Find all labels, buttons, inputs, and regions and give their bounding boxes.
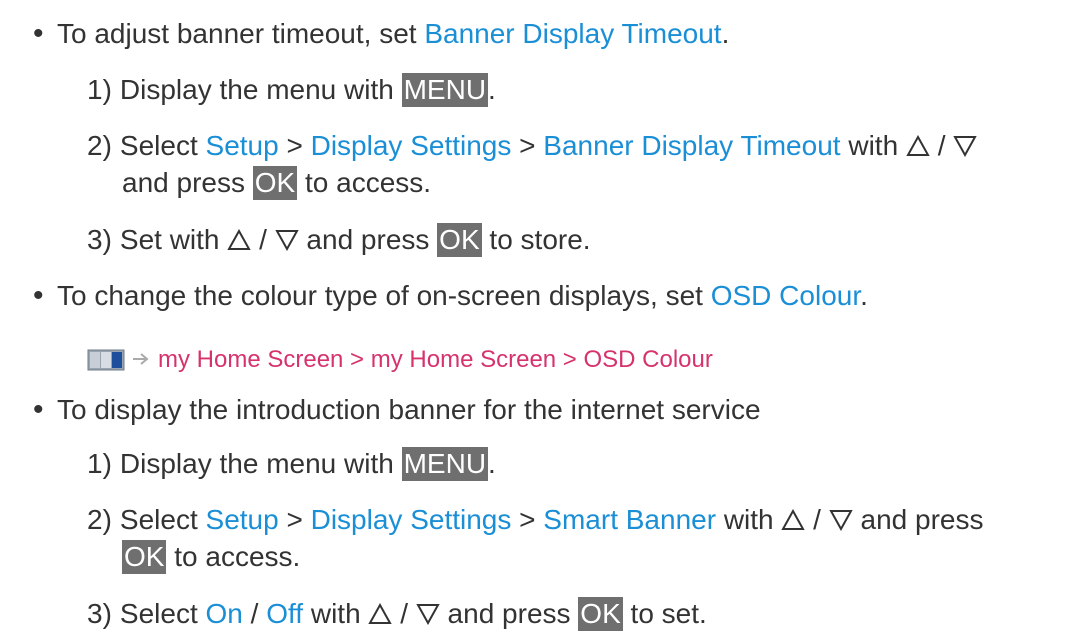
- bullet: •: [33, 279, 44, 312]
- text: with: [716, 504, 782, 535]
- nav-path-text[interactable]: my Home Screen > my Home Screen > OSD Co…: [158, 346, 713, 373]
- s1-step1: 1) Display the menu with MENU.: [87, 72, 496, 108]
- text: Select: [119, 598, 206, 629]
- text: to set.: [622, 598, 707, 629]
- separator: /: [805, 504, 829, 535]
- separator: >: [511, 130, 544, 161]
- s3-step3: 3) Select On / Off with / and press OK to…: [87, 596, 707, 632]
- text: with: [303, 598, 369, 629]
- text: .: [488, 74, 496, 105]
- step-number: 2): [87, 130, 112, 161]
- separator: /: [392, 598, 416, 629]
- section2-heading: To change the colour type of on-screen d…: [57, 278, 868, 314]
- bullet: •: [33, 393, 44, 426]
- step-number: 1): [87, 74, 112, 105]
- osd-colour-link[interactable]: OSD Colour: [711, 280, 860, 311]
- text: Set with: [119, 224, 228, 255]
- up-triangle-icon: [906, 135, 930, 157]
- banner-timeout-link[interactable]: Banner Display Timeout: [543, 130, 840, 161]
- down-triangle-icon: [953, 135, 977, 157]
- text: .: [488, 448, 496, 479]
- display-settings-link[interactable]: Display Settings: [311, 130, 512, 161]
- section3-heading: To display the introduction banner for t…: [57, 392, 761, 428]
- text: to access.: [166, 541, 301, 572]
- s1-step3: 3) Set with / and press OK to store.: [87, 222, 591, 258]
- smart-banner-link[interactable]: Smart Banner: [543, 504, 716, 535]
- separator: /: [929, 130, 954, 161]
- text: Select: [119, 504, 206, 535]
- text: and press: [298, 224, 438, 255]
- off-link[interactable]: Off: [266, 598, 303, 629]
- display-settings-link[interactable]: Display Settings: [311, 504, 512, 535]
- text: and press: [852, 504, 984, 535]
- step-number: 3): [87, 224, 112, 255]
- setup-link[interactable]: Setup: [206, 504, 279, 535]
- ok-key: OK: [437, 223, 482, 257]
- section1-heading: To adjust banner timeout, set Banner Dis…: [57, 16, 729, 52]
- text: with: [840, 130, 906, 161]
- down-triangle-icon: [416, 603, 440, 625]
- text: Display the menu with: [119, 448, 402, 479]
- ok-key: OK: [578, 597, 623, 631]
- step-number: 3): [87, 598, 112, 629]
- menu-key: MENU: [401, 73, 489, 107]
- text: To adjust banner timeout, set: [57, 18, 425, 49]
- down-triangle-icon: [274, 229, 299, 251]
- text: and press: [439, 598, 579, 629]
- ok-key: OK: [122, 540, 167, 574]
- text: Display the menu with: [119, 74, 402, 105]
- text: to access.: [297, 167, 432, 198]
- text: .: [860, 280, 868, 311]
- text: and press: [122, 167, 253, 198]
- bullet: •: [33, 17, 44, 50]
- separator: /: [251, 224, 275, 255]
- down-triangle-icon: [829, 509, 853, 531]
- s1-step2-line1: 2) Select Setup > Display Settings > Bann…: [87, 128, 977, 164]
- up-triangle-icon: [368, 603, 393, 625]
- separator: >: [511, 504, 544, 535]
- separator: >: [278, 504, 311, 535]
- s1-step2-line2: and press OK to access.: [122, 165, 431, 201]
- step-number: 1): [87, 448, 112, 479]
- text: .: [721, 18, 730, 49]
- banner-timeout-link[interactable]: Banner Display Timeout: [424, 18, 721, 49]
- up-triangle-icon: [781, 509, 806, 531]
- text: To display the introduction banner for t…: [57, 394, 761, 425]
- text: to store.: [481, 224, 591, 255]
- setup-link[interactable]: Setup: [206, 130, 279, 161]
- up-triangle-icon: [227, 229, 251, 251]
- s3-step2-line2: OK to access.: [122, 539, 300, 575]
- s3-step1: 1) Display the menu with MENU.: [87, 446, 496, 482]
- on-link[interactable]: On: [206, 598, 243, 629]
- separator: /: [242, 598, 267, 629]
- step-number: 2): [87, 504, 112, 535]
- home-screen-icon: [87, 346, 125, 371]
- text: To change the colour type of on-screen d…: [57, 280, 711, 311]
- separator: >: [278, 130, 311, 161]
- text: Select: [119, 130, 206, 161]
- menu-key: MENU: [401, 447, 489, 481]
- navigation-path: my Home Screen > my Home Screen > OSD Co…: [128, 339, 713, 378]
- s3-step2-line1: 2) Select Setup > Display Settings > Smar…: [87, 502, 984, 538]
- right-arrow-icon: [132, 339, 150, 365]
- ok-key: OK: [252, 166, 298, 200]
